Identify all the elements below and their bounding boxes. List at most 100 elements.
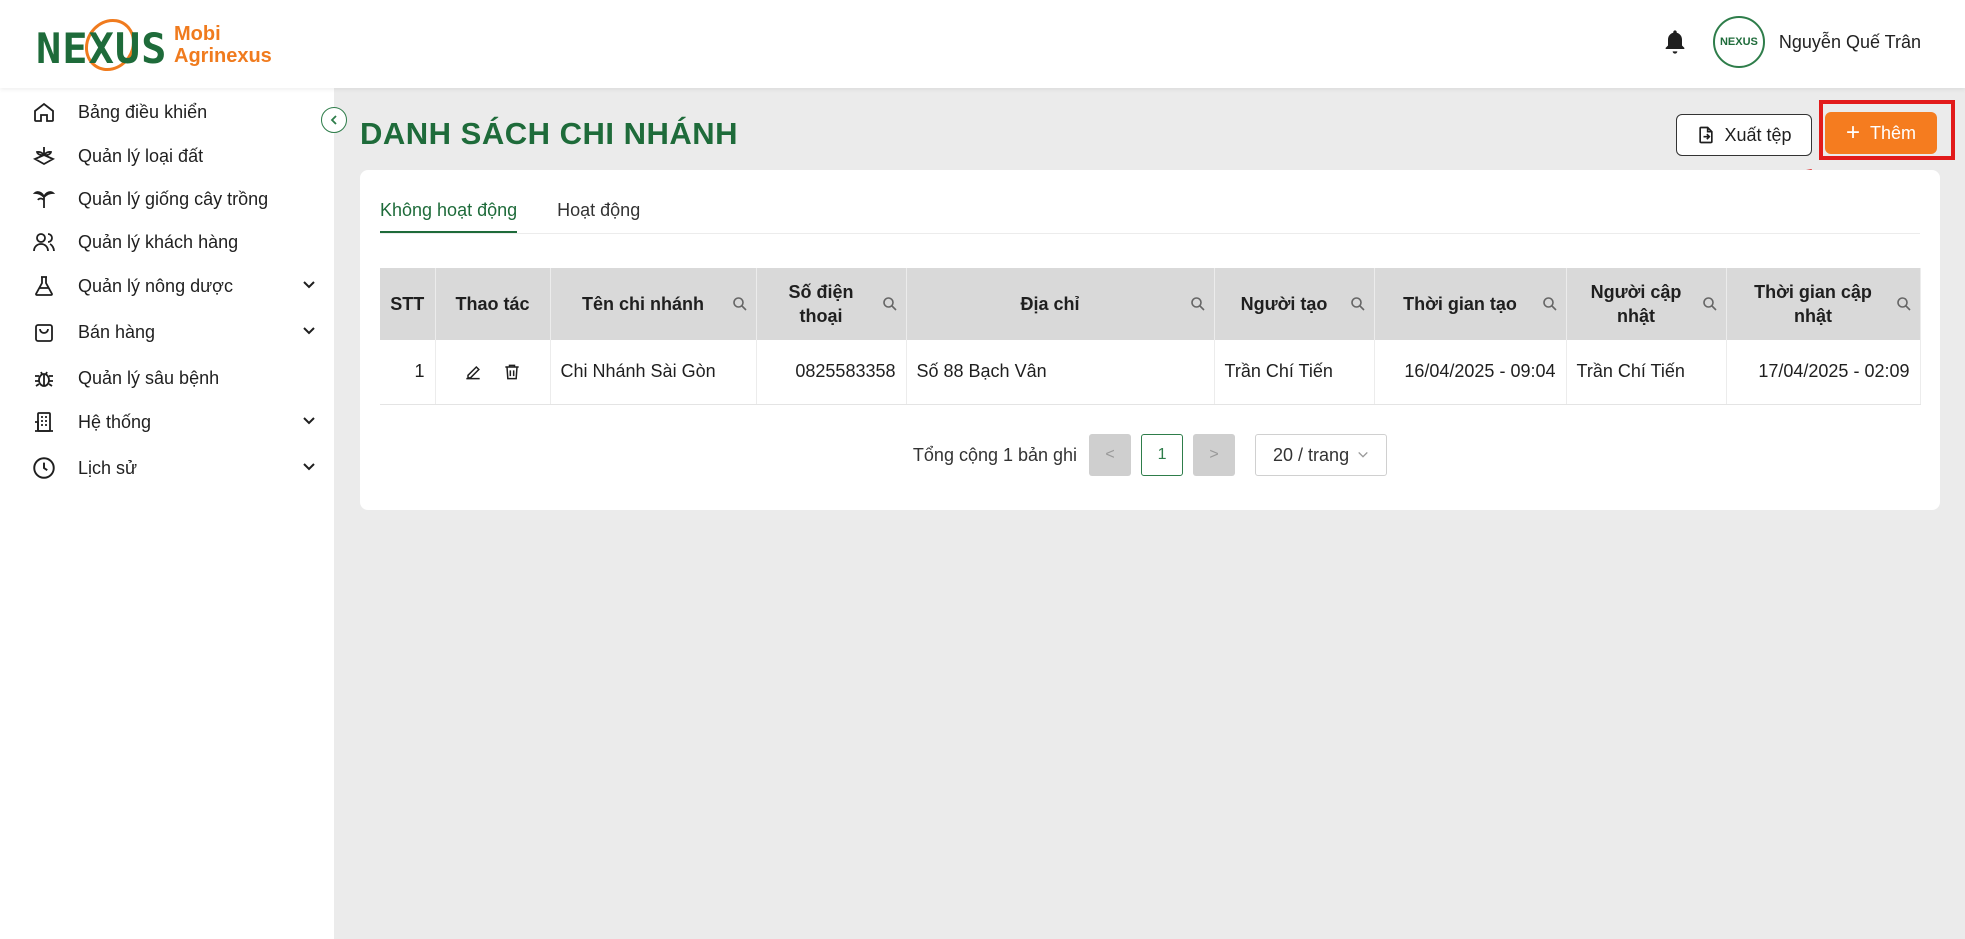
tab-inactive[interactable]: Không hoạt động — [380, 196, 518, 233]
search-icon[interactable] — [1542, 296, 1558, 312]
col-header-updater: Người cập nhật — [1566, 268, 1727, 340]
brand-name-line2: Agrinexus — [174, 45, 272, 67]
cell-creator: Trần Chí Tiến — [1214, 340, 1375, 405]
prev-page-button[interactable]: < — [1089, 434, 1132, 476]
sidebar-item-label: Quản lý nông dược — [78, 275, 233, 296]
sidebar-item-pesticides[interactable]: Quản lý nông dược — [30, 270, 320, 302]
col-header-stt: STT — [380, 268, 436, 340]
flask-icon — [30, 272, 58, 300]
sidebar-item-customers[interactable]: Quản lý khách hàng — [30, 226, 320, 258]
sidebar-item-dashboard[interactable]: Bảng điều khiển — [30, 96, 320, 128]
soil-icon — [30, 142, 58, 170]
col-header-phone: Số điện thoại — [756, 268, 907, 340]
cell-address: Số 88 Bạch Vân — [906, 340, 1215, 405]
sidebar-item-label: Bán hàng — [78, 321, 156, 342]
cell-updated-at: 17/04/2025 - 02:09 — [1726, 340, 1921, 405]
page-size-select[interactable]: 20 / trang — [1255, 434, 1388, 476]
branch-table: STT Thao tác Tên chi nhánh Số điện thoại … — [380, 268, 1921, 405]
chevron-down-icon — [303, 417, 315, 425]
export-button-label: Xuất tệp — [1724, 124, 1792, 145]
main-content: DANH SÁCH CHI NHÁNH Xuất tệp + Thêm Khôn… — [334, 88, 1965, 939]
sidebar-item-label: Bảng điều khiển — [78, 101, 208, 122]
col-header-address: Địa chỉ — [906, 268, 1215, 340]
search-icon[interactable] — [882, 296, 898, 312]
users-icon — [30, 228, 58, 256]
chevron-left-icon: < — [1105, 446, 1115, 463]
sidebar-collapse-button[interactable] — [321, 107, 347, 133]
edit-icon[interactable] — [463, 362, 483, 382]
brand-name-line1: Mobi — [174, 23, 221, 45]
page-size-value: 20 / trang — [1273, 444, 1350, 465]
home-icon — [30, 98, 58, 126]
col-header-label: STT — [390, 294, 425, 314]
sidebar-item-sales[interactable]: Bán hàng — [30, 316, 320, 348]
top-header: NEXUS Mobi Agrinexus NEXUS Nguyễn Quế Tr… — [0, 0, 1965, 88]
brand-logo[interactable]: NEXUS Mobi Agrinexus — [34, 9, 272, 81]
delete-trash-icon[interactable] — [502, 362, 522, 382]
brand-name: Mobi Agrinexus — [174, 23, 272, 67]
branch-list-card: Không hoạt động Hoạt động STT Thao tác T… — [360, 170, 1940, 510]
col-header-label: Thao tác — [455, 294, 530, 314]
next-page-button[interactable]: > — [1193, 434, 1236, 476]
table-row[interactable]: 1 Chi Nhánh Sài Gòn 0825583358 Số 88 Bạc… — [380, 340, 1921, 405]
page-number-button[interactable]: 1 — [1141, 434, 1184, 476]
search-icon[interactable] — [732, 296, 748, 312]
chevron-down-icon — [303, 281, 315, 289]
sidebar: Bảng điều khiển Quản lý loại đất Quản lý… — [0, 88, 334, 939]
chevron-down-icon — [1358, 451, 1368, 458]
bug-icon — [30, 364, 58, 392]
sidebar-item-label: Quản lý khách hàng — [78, 231, 239, 252]
chevron-left-icon — [330, 115, 337, 125]
sidebar-item-plant-varieties[interactable]: Quản lý giống cây trồng — [30, 183, 320, 215]
user-name[interactable]: Nguyễn Quế Trân — [1779, 32, 1921, 53]
logo-letters: NEXUS — [36, 24, 168, 73]
search-icon[interactable] — [1190, 296, 1206, 312]
cell-created-at: 16/04/2025 - 09:04 — [1374, 340, 1567, 405]
search-icon[interactable] — [1896, 296, 1912, 312]
export-button[interactable]: Xuất tệp — [1676, 114, 1812, 156]
sidebar-item-label: Quản lý loại đất — [78, 145, 204, 166]
col-header-label: Thời gian tạo — [1403, 294, 1517, 314]
add-branch-button[interactable]: + Thêm — [1825, 112, 1937, 154]
search-icon[interactable] — [1702, 296, 1718, 312]
add-button-label: Thêm — [1870, 122, 1917, 143]
col-header-updated-at: Thời gian cập nhật — [1726, 268, 1921, 340]
sidebar-item-pests[interactable]: Quản lý sâu bệnh — [30, 362, 320, 394]
tab-active[interactable]: Hoạt động — [557, 196, 640, 233]
nexus-logo-mark: NEXUS — [34, 9, 168, 81]
plus-icon: + — [1845, 119, 1860, 146]
avatar[interactable]: NEXUS — [1712, 16, 1765, 68]
sidebar-item-soil-types[interactable]: Quản lý loại đất — [30, 140, 320, 172]
col-header-label: Số điện — [788, 282, 854, 302]
sidebar-item-history[interactable]: Lịch sử — [30, 452, 320, 484]
cell-actions — [435, 340, 551, 405]
chevron-down-icon — [303, 463, 315, 471]
clock-icon — [30, 454, 58, 482]
search-icon[interactable] — [1350, 296, 1366, 312]
sidebar-item-label: Hệ thống — [78, 411, 152, 432]
col-header-creator: Người tạo — [1214, 268, 1375, 340]
cell-branch-name: Chi Nhánh Sài Gòn — [550, 340, 757, 405]
shopping-bag-icon — [30, 318, 58, 346]
sidebar-item-system[interactable]: Hệ thống — [30, 406, 320, 438]
header-user-area: NEXUS Nguyễn Quế Trân — [1661, 16, 1921, 68]
sidebar-item-label: Quản lý sâu bệnh — [78, 367, 220, 388]
col-header-label: nhật — [1794, 306, 1832, 326]
col-header-label: Thời gian cập — [1754, 282, 1872, 302]
avatar-text: NEXUS — [1719, 36, 1758, 48]
cell-stt: 1 — [380, 340, 436, 405]
chevron-down-icon — [303, 327, 315, 335]
col-header-actions: Thao tác — [435, 268, 551, 340]
plant-icon — [30, 185, 58, 213]
pagination-total: Tổng cộng 1 bản ghi — [912, 444, 1078, 465]
notification-bell-icon[interactable] — [1661, 28, 1689, 56]
table-header-row: STT Thao tác Tên chi nhánh Số điện thoại … — [380, 268, 1921, 340]
cell-updater: Trần Chí Tiến — [1566, 340, 1727, 405]
pagination: Tổng cộng 1 bản ghi < 1 > 20 / trang — [360, 434, 1940, 476]
chevron-right-icon: > — [1209, 446, 1219, 463]
col-header-label: nhật — [1617, 306, 1655, 326]
col-header-label: Người cập — [1590, 282, 1682, 302]
cell-phone: 0825583358 — [756, 340, 907, 405]
col-header-created-at: Thời gian tạo — [1374, 268, 1567, 340]
page-title: DANH SÁCH CHI NHÁNH — [360, 116, 739, 151]
